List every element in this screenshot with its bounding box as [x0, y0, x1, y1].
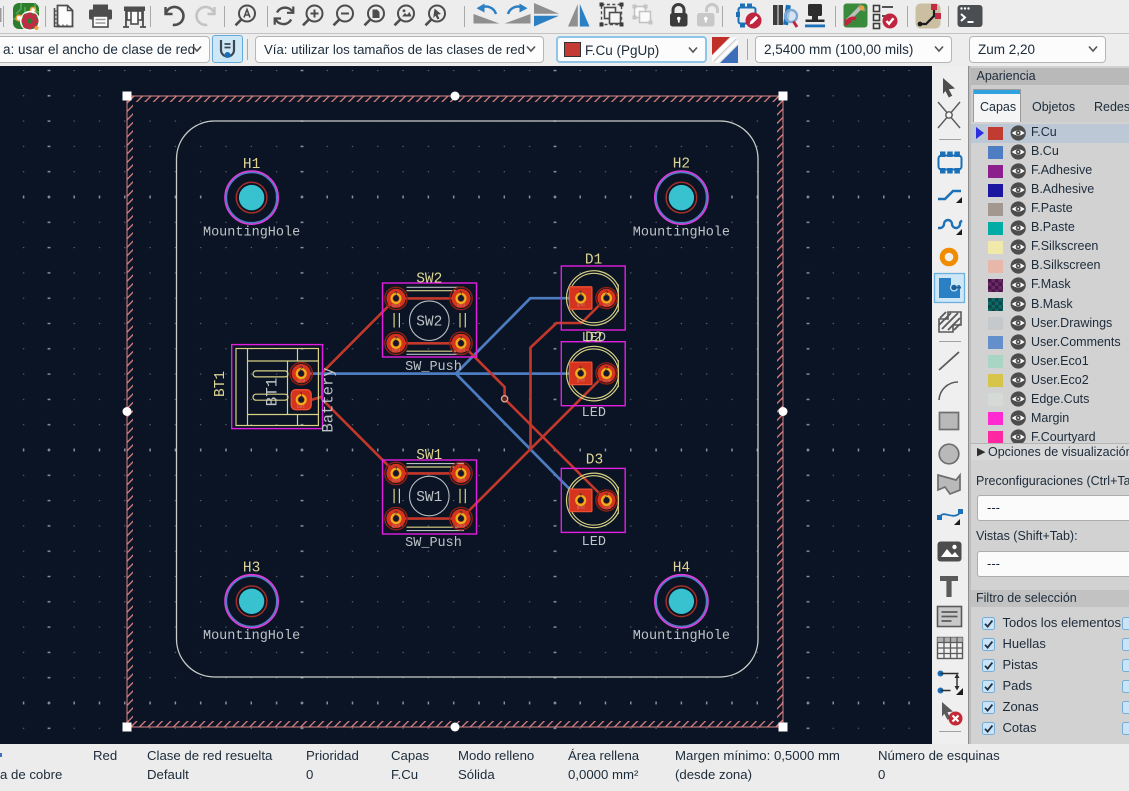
svg-text:1: 1 [394, 465, 398, 472]
svg-text:gnd: gnd [457, 523, 465, 529]
svg-text:H1: H1 [243, 157, 260, 173]
svg-text:gnd: gnd [297, 378, 305, 384]
svg-text:2: 2 [459, 335, 463, 342]
svg-text:SW2: SW2 [416, 272, 442, 288]
svg-text:2: 2 [299, 366, 303, 373]
svg-text:1: 1 [299, 392, 303, 399]
svg-text:gnd: gnd [577, 302, 585, 308]
svg-text:1: 1 [394, 290, 398, 297]
svg-text:gnd: gnd [457, 348, 465, 354]
svg-text:1: 1 [579, 492, 583, 499]
svg-text:gnd: gnd [577, 505, 585, 511]
svg-text:1: 1 [579, 365, 583, 372]
svg-text:gnd: gnd [577, 378, 585, 384]
svg-text:BT1: BT1 [264, 378, 282, 407]
svg-text:bat: bat [297, 404, 305, 410]
svg-text:H2: H2 [673, 157, 690, 173]
svg-text:MountingHole: MountingHole [203, 226, 300, 241]
svg-text:gnd: gnd [457, 478, 465, 484]
svg-text:H4: H4 [673, 561, 690, 577]
svg-text:led: led [602, 378, 610, 384]
svg-text:led: led [602, 302, 610, 308]
svg-text:2: 2 [605, 492, 609, 499]
svg-text:gnd: gnd [392, 478, 400, 484]
svg-text:1: 1 [459, 290, 463, 297]
svg-text:SW_Push: SW_Push [405, 360, 462, 375]
svg-text:2: 2 [605, 365, 609, 372]
svg-text:1: 1 [579, 290, 583, 297]
svg-text:2: 2 [394, 335, 398, 342]
svg-text:Battery: Battery [320, 367, 338, 432]
svg-text:BT1: BT1 [213, 371, 229, 397]
svg-text:2: 2 [605, 290, 609, 297]
svg-text:D2: D2 [585, 331, 602, 347]
svg-text:D3: D3 [586, 453, 603, 469]
svg-text:SW2: SW2 [416, 315, 442, 331]
svg-text:gnd: gnd [457, 303, 465, 309]
svg-text:D1: D1 [585, 253, 602, 269]
svg-text:gnd: gnd [392, 523, 400, 529]
svg-text:LED: LED [582, 406, 606, 421]
svg-text:LED: LED [582, 535, 606, 550]
svg-text:led: led [602, 505, 610, 511]
svg-text:SW_Push: SW_Push [405, 536, 462, 551]
svg-text:SW1: SW1 [416, 490, 442, 506]
svg-text:gnd: gnd [392, 303, 400, 309]
svg-text:MountingHole: MountingHole [633, 226, 730, 241]
svg-text:MountingHole: MountingHole [203, 629, 300, 644]
svg-text:SW1: SW1 [416, 448, 442, 464]
svg-text:gnd: gnd [392, 348, 400, 354]
svg-text:2: 2 [459, 511, 463, 518]
svg-text:MountingHole: MountingHole [633, 629, 730, 644]
svg-text:H3: H3 [243, 561, 260, 577]
svg-text:1: 1 [459, 465, 463, 472]
svg-text:2: 2 [394, 511, 398, 518]
